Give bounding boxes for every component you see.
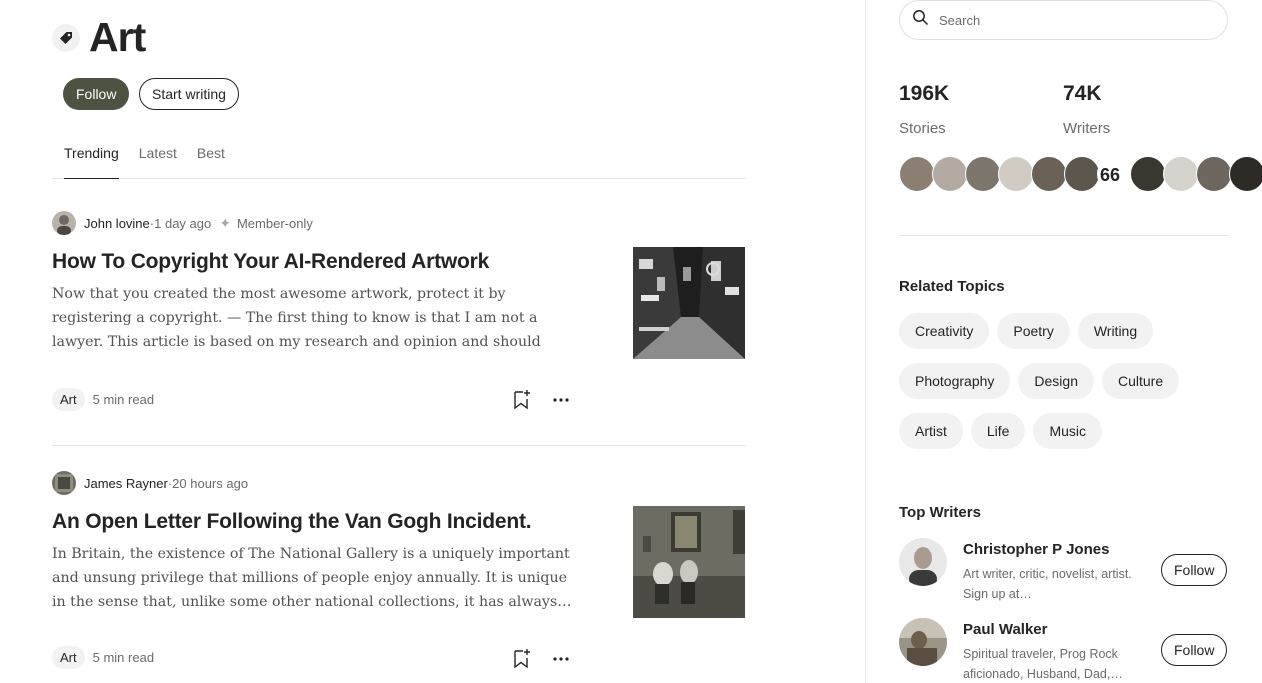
avatar[interactable] xyxy=(899,618,947,666)
topic-chip-life[interactable]: Life xyxy=(970,413,1026,449)
tag-icon xyxy=(52,23,80,52)
article-excerpt[interactable]: Now that you created the most awesome ar… xyxy=(52,282,574,354)
writer-bio: Art writer, critic, novelist, artist. Si… xyxy=(963,567,1132,601)
search-input[interactable] xyxy=(939,12,1199,28)
avatar[interactable] xyxy=(965,156,1001,192)
sidebar: 196K Stories 74K Writers 66 Related Topi… xyxy=(865,0,1262,683)
more-options-icon[interactable] xyxy=(552,391,570,409)
publish-time: 1 day ago xyxy=(154,215,212,231)
article-excerpt[interactable]: In Britain, the existence of The Nationa… xyxy=(52,542,574,614)
avatar[interactable] xyxy=(899,538,947,586)
tab-best[interactable]: Best xyxy=(197,140,225,179)
bookmark-add-icon[interactable] xyxy=(511,647,531,669)
topic-chip-design[interactable]: Design xyxy=(1018,363,1094,399)
avatar[interactable]: 66 xyxy=(1097,156,1133,192)
top-writers-heading: Top Writers xyxy=(899,504,981,521)
top-writer-item: Christopher P Jones Art writer, critic, … xyxy=(899,538,1229,601)
author-name[interactable]: John lovine xyxy=(84,216,150,231)
article-footer: Art 5 min read xyxy=(52,646,154,669)
author-avatar[interactable] xyxy=(52,211,76,235)
related-topics-heading: Related Topics xyxy=(899,278,1005,295)
author-name[interactable]: James Rayner xyxy=(84,476,168,491)
avatar[interactable] xyxy=(1130,156,1166,192)
follow-topic-button[interactable]: Follow xyxy=(63,78,130,110)
avatar[interactable] xyxy=(1229,156,1262,192)
avatar[interactable] xyxy=(1163,156,1199,192)
start-writing-button[interactable]: Start writing xyxy=(139,78,239,110)
topic-chip-poetry[interactable]: Poetry xyxy=(997,313,1070,349)
topic-chip-culture[interactable]: Culture xyxy=(1102,363,1180,399)
article-meta: John lovine · 1 day ago ✦ Member-only xyxy=(52,210,746,236)
topic-chip-photography[interactable]: Photography xyxy=(899,363,1011,399)
article-thumbnail[interactable] xyxy=(633,506,745,618)
search-icon xyxy=(912,9,929,31)
tab-latest[interactable]: Latest xyxy=(139,140,177,179)
stories-count: 196K xyxy=(899,82,950,105)
article-meta: James Rayner · 20 hours ago xyxy=(52,470,746,496)
avatar[interactable] xyxy=(1031,156,1067,192)
avatar[interactable] xyxy=(1196,156,1232,192)
writers-label: Writers xyxy=(1063,120,1111,137)
member-only-label: Member-only xyxy=(236,215,313,231)
topic-chip-writing[interactable]: Writing xyxy=(1077,313,1154,349)
topic-chip-artist[interactable]: Artist xyxy=(899,413,963,449)
bookmark-add-icon[interactable] xyxy=(511,388,531,410)
article-footer: Art 5 min read xyxy=(52,388,154,411)
topic-chip-creativity[interactable]: Creativity xyxy=(899,313,990,349)
page-title: Art xyxy=(89,14,146,60)
writer-name[interactable]: Christopher P Jones xyxy=(963,541,1109,558)
writers-stat: 74K Writers xyxy=(1063,82,1110,137)
article-card[interactable]: James Rayner · 20 hours ago An Open Lett… xyxy=(52,470,746,669)
follow-writer-button[interactable]: Follow xyxy=(1161,634,1228,666)
writer-avatar-stack: 66 xyxy=(899,156,1262,192)
avatar[interactable] xyxy=(998,156,1034,192)
writer-name[interactable]: Paul Walker xyxy=(963,621,1047,638)
avatar[interactable] xyxy=(932,156,968,192)
top-writer-item: Paul Walker Spiritual traveler, Prog Roc… xyxy=(899,618,1229,681)
article-tag[interactable]: Art xyxy=(52,388,85,411)
stories-stat: 196K Stories xyxy=(899,82,949,137)
avatar[interactable] xyxy=(1064,156,1100,192)
article-title[interactable]: How To Copyright Your AI-Rendered Artwor… xyxy=(52,248,612,276)
read-time: 5 min read xyxy=(92,650,155,665)
more-options-icon[interactable] xyxy=(552,650,570,668)
author-avatar[interactable] xyxy=(52,471,76,495)
article-thumbnail[interactable] xyxy=(633,247,745,359)
sidebar-divider xyxy=(899,235,1228,236)
topic-chip-music[interactable]: Music xyxy=(1033,413,1103,449)
main-column: Art Follow Start writing Trending Latest… xyxy=(0,0,865,683)
member-only-badge: ✦ Member-only xyxy=(219,215,313,232)
article-tag[interactable]: Art xyxy=(52,646,85,669)
read-time: 5 min read xyxy=(92,392,155,407)
writers-count: 74K xyxy=(1063,82,1102,105)
avatar[interactable] xyxy=(899,156,935,192)
writer-bio: Spiritual traveler, Prog Rock aficionado… xyxy=(963,647,1123,681)
article-card[interactable]: John lovine · 1 day ago ✦ Member-only Ho… xyxy=(52,210,746,411)
topic-header: Art xyxy=(52,14,146,61)
article-divider xyxy=(52,445,746,446)
search-bar[interactable] xyxy=(899,0,1228,40)
tab-trending[interactable]: Trending xyxy=(64,140,119,179)
feed-tabs: Trending Latest Best xyxy=(52,140,746,179)
svg-text:66: 66 xyxy=(1100,165,1120,185)
stories-label: Stories xyxy=(899,120,946,137)
related-topics-list: Creativity Poetry Writing Photography De… xyxy=(899,313,1229,463)
publish-time: 20 hours ago xyxy=(172,475,249,491)
sparkle-icon: ✦ xyxy=(219,214,231,231)
follow-writer-button[interactable]: Follow xyxy=(1161,554,1228,586)
article-title[interactable]: An Open Letter Following the Van Gogh In… xyxy=(52,508,612,536)
